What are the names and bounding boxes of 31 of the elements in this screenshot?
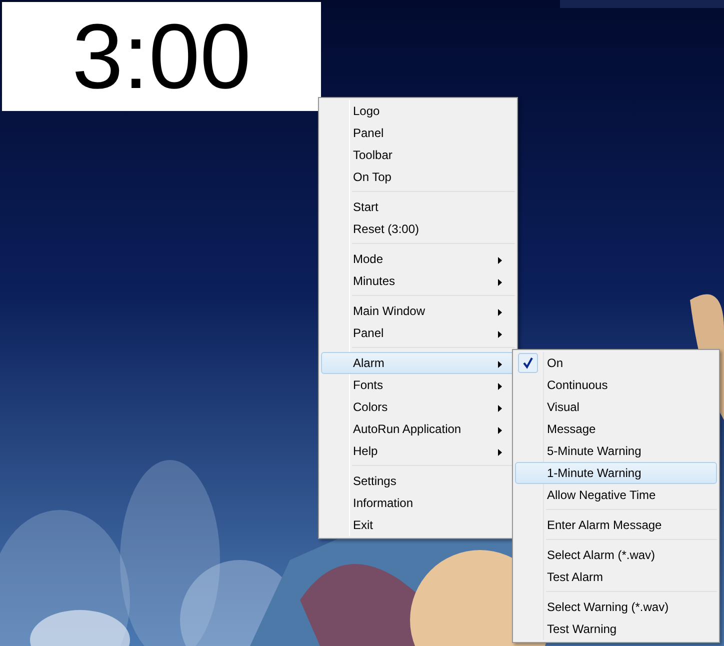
menu-item[interactable]: Information	[321, 492, 515, 514]
menu-item[interactable]: AutoRun Application	[321, 418, 515, 440]
menu-item[interactable]: Settings	[321, 470, 515, 492]
menu-item[interactable]: Help	[321, 440, 515, 462]
menu-item[interactable]: Fonts	[321, 374, 515, 396]
menu-item[interactable]: Test Warning	[515, 618, 717, 640]
menu-item[interactable]: On Top	[321, 166, 515, 188]
menu-item[interactable]: Minutes	[321, 270, 515, 292]
menu-item[interactable]: Allow Negative Time	[515, 484, 717, 506]
menu-item[interactable]: Start	[321, 196, 515, 218]
menu-item[interactable]: Main Window	[321, 300, 515, 322]
menu-item[interactable]: Mode	[321, 248, 515, 270]
menu-item[interactable]: Select Warning (*.wav)	[515, 596, 717, 618]
timer-text: 3:00	[72, 10, 252, 102]
menu-item[interactable]: Message	[515, 418, 717, 440]
menu-item[interactable]: Visual	[515, 396, 717, 418]
menu-item[interactable]: Reset (3:00)	[321, 218, 515, 240]
menu-item[interactable]: Panel	[321, 322, 515, 344]
menu-item[interactable]: 5-Minute Warning	[515, 440, 717, 462]
menu-item[interactable]: Logo	[321, 100, 515, 122]
menu-item[interactable]: Select Alarm (*.wav)	[515, 544, 717, 566]
menu-item[interactable]: Alarm	[321, 352, 515, 374]
menu-item[interactable]: Test Alarm	[515, 566, 717, 588]
menu-item[interactable]: 1-Minute Warning	[515, 462, 717, 484]
menu-item[interactable]: On	[515, 352, 717, 374]
menu-item[interactable]: Panel	[321, 122, 515, 144]
menu-item[interactable]: Colors	[321, 396, 515, 418]
menu-item[interactable]: Toolbar	[321, 144, 515, 166]
menu-item[interactable]: Enter Alarm Message	[515, 514, 717, 536]
menu-item[interactable]: Continuous	[515, 374, 717, 396]
menu-item[interactable]: Exit	[321, 514, 515, 536]
